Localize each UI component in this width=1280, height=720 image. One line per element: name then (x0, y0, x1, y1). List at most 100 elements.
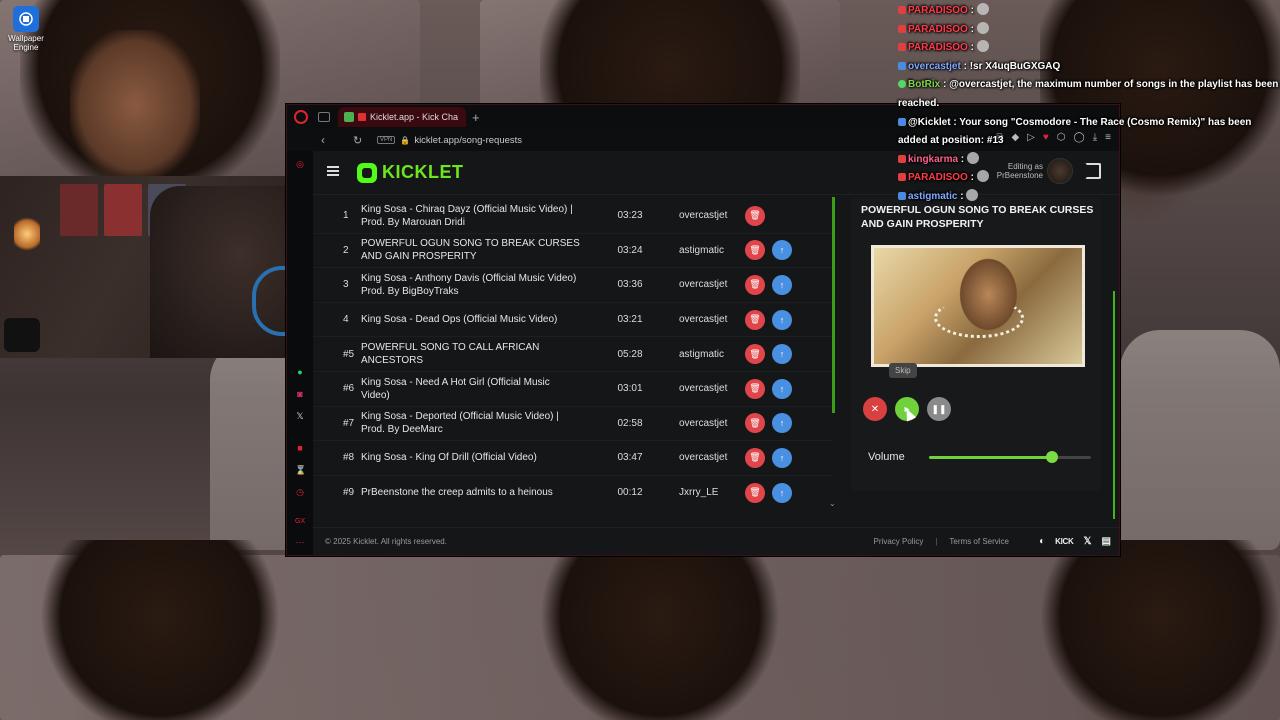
back-arrow-icon[interactable]: ‹ (321, 133, 337, 147)
pause-button[interactable]: ❚❚ (927, 397, 951, 421)
url-field[interactable]: kicklet.app/song-requests (414, 135, 522, 146)
delete-song-button[interactable]: 🗑 (745, 344, 765, 365)
song-duration: 03:01 (617, 383, 643, 395)
requester: overcastjet (679, 210, 728, 222)
new-tab-button[interactable]: + (472, 110, 480, 125)
queue-position: 4 (343, 314, 349, 326)
opera-menu-icon[interactable] (294, 110, 308, 124)
emote-icon (966, 151, 979, 164)
privacy-policy-link[interactable]: Privacy Policy (874, 537, 924, 546)
queue-scrollbar[interactable] (832, 197, 835, 413)
move-up-button[interactable]: ↑ (772, 482, 792, 503)
delete-song-button[interactable]: 🗑 (745, 205, 765, 226)
move-up-button[interactable]: ↑ (772, 344, 792, 365)
tab-kicklet[interactable]: Kicklet.app - Kick Cha (338, 107, 466, 127)
delete-song-button[interactable]: 🗑 (745, 240, 765, 261)
scroll-down-icon[interactable]: ⌄ (829, 499, 836, 508)
song-duration: 03:36 (617, 279, 643, 291)
skip-tooltip: Skip (889, 363, 917, 378)
kicklet-app: KICKLET Editing as PrBeenstone 1 King Sos… (313, 151, 1119, 555)
tab-list-icon[interactable] (318, 112, 330, 122)
delete-song-button[interactable]: 🗑 (745, 378, 765, 399)
row-actions: 🗑 ↑ (745, 309, 792, 330)
x-icon[interactable]: 𝕏 (295, 411, 305, 421)
move-up-button[interactable]: ↑ (772, 378, 792, 399)
move-up-button[interactable]: ↑ (772, 274, 792, 295)
delete-song-button[interactable]: 🗑 (745, 447, 765, 468)
delete-song-button[interactable]: 🗑 (745, 274, 765, 295)
kick-link[interactable]: KICK (1055, 537, 1074, 546)
move-up-button[interactable]: ↑ (772, 309, 792, 330)
hourglass-icon[interactable]: ⌛ (295, 465, 306, 475)
more-icon[interactable]: ⋯ (295, 537, 305, 547)
background-chair (1120, 330, 1280, 550)
chat-badge-icon (898, 173, 906, 182)
whatsapp-icon[interactable]: ● (295, 367, 305, 377)
chat-badge-icon (898, 61, 906, 70)
album-art-beads (934, 298, 1024, 338)
background-figure (540, 540, 780, 720)
row-actions: 🗑 ↑ (745, 344, 792, 365)
background-figure (1040, 540, 1280, 720)
move-up-button[interactable]: ↑ (772, 240, 792, 261)
history-icon[interactable]: ◷ (295, 487, 305, 497)
chat-username: astigmatic (908, 190, 958, 202)
queue-row: 1 King Sosa - Chiraq Dayz (Official Music… (313, 199, 833, 234)
emote-icon (976, 21, 989, 34)
volume-label: Volume (868, 451, 905, 463)
music-icon[interactable]: ■ (295, 443, 305, 453)
song-title: King Sosa - Dead Ops (Official Music Vid… (361, 314, 558, 326)
song-title: POWERFUL SONG TO CALL AFRICAN ANCESTORS (361, 342, 540, 367)
emote-icon (976, 40, 989, 53)
vpn-badge[interactable]: VPN (377, 136, 396, 144)
queue-position: 3 (343, 279, 349, 291)
stream-chat-overlay: PARADISOO : PARADISOO : PARADISOO : over… (898, 2, 1280, 207)
song-title: PrBeenstone the creep admits to a heinou… (361, 487, 553, 499)
song-title: POWERFUL OGUN SONG TO BREAK CURSES AND G… (361, 238, 580, 263)
chat-username: PARADISOO (908, 42, 968, 54)
chat-message: PARADISOO : (898, 2, 1280, 21)
requester: overcastjet (679, 417, 728, 429)
queue-row: 4 King Sosa - Dead Ops (Official Music Vi… (313, 303, 833, 338)
requester: overcastjet (679, 383, 728, 395)
wallpaper-engine-label: Wallpaper Engine (8, 34, 44, 52)
document-icon[interactable]: ▤ (1102, 536, 1111, 547)
kicklet-favicon-icon (344, 112, 354, 122)
copyright-text: © 2025 Kicklet. All rights reserved. (325, 537, 447, 546)
opera-sidebar: ◎ ● ◙ 𝕏 ■ ⌛ ◷ GX ⋯ (287, 151, 313, 555)
row-actions: 🗑 ↑ (745, 482, 792, 503)
reload-icon[interactable]: ↻ (353, 134, 367, 147)
instagram-icon[interactable]: ◙ (295, 389, 305, 399)
song-duration: 02:58 (617, 417, 643, 429)
hamburger-menu-icon[interactable] (327, 166, 339, 176)
move-up-button[interactable]: ↑ (772, 447, 792, 468)
terms-of-service-link[interactable]: Terms of Service (949, 537, 1009, 546)
chat-badge-icon (898, 191, 906, 200)
now-playing-panel: POWERFUL OGUN SONG TO BREAK CURSES AND G… (851, 197, 1101, 491)
kicklet-logo[interactable]: KICKLET (357, 162, 464, 183)
move-up-button[interactable]: ↑ (772, 413, 792, 434)
discord-icon[interactable]: ◐ (1039, 536, 1045, 547)
gx-icon[interactable]: GX (295, 517, 305, 527)
song-duration: 00:12 (617, 487, 643, 499)
kicklet-logo-text: KICKLET (382, 162, 464, 182)
song-title: King Sosa - King Of Drill (Official Vide… (361, 452, 537, 464)
delete-song-button[interactable]: 🗑 (745, 309, 765, 330)
lock-icon: 🔒 (400, 135, 411, 145)
volume-thumb[interactable] (1046, 451, 1059, 463)
song-title: King Sosa - Deported (Official Music Vid… (361, 411, 559, 436)
recording-icon (358, 113, 366, 121)
delete-song-button[interactable]: 🗑 (745, 413, 765, 434)
song-duration: 03:47 (617, 452, 643, 464)
stop-button[interactable]: ✕ (863, 397, 887, 421)
delete-song-button[interactable]: 🗑 (745, 482, 765, 503)
chat-message: PARADISOO : (898, 169, 1280, 188)
sidebar-speed-dial-icon[interactable]: ◎ (295, 159, 305, 169)
queue-position: #9 (343, 487, 355, 499)
panel-scrollbar[interactable] (1113, 291, 1115, 519)
wallpaper-engine-shortcut[interactable]: Wallpaper Engine (4, 6, 48, 52)
x-social-icon[interactable]: 𝕏 (1083, 536, 1091, 547)
volume-slider[interactable] (929, 451, 1091, 463)
chat-message: @Kicklet : Your song "Cosmodore - The Ra… (898, 116, 1252, 147)
emote-icon (976, 3, 989, 15)
